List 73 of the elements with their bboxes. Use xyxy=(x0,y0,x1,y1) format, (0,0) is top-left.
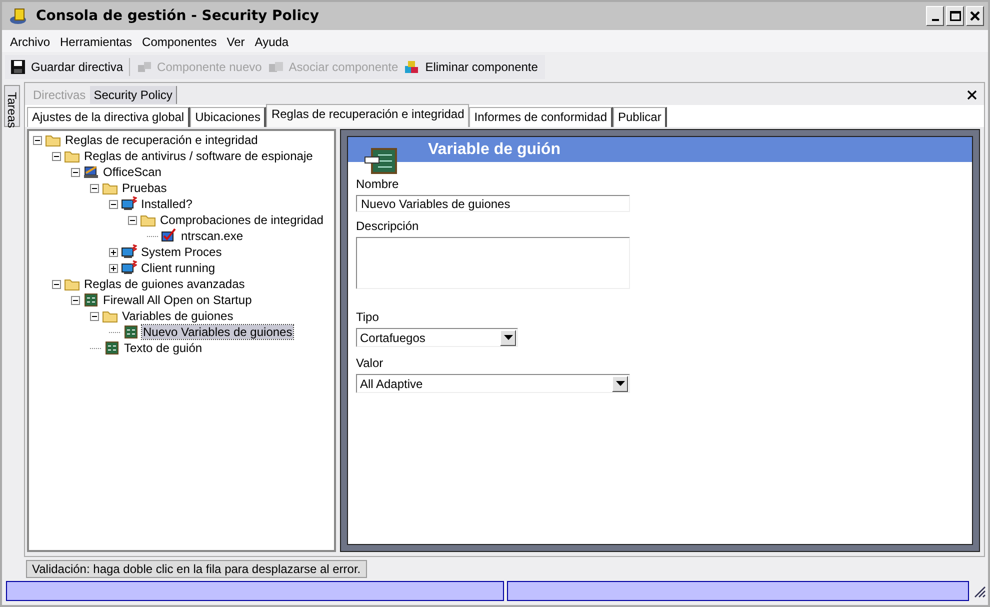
menu-item[interactable]: Archivo xyxy=(10,35,50,49)
tree-item[interactable]: System Proces xyxy=(140,245,223,259)
tree-item[interactable]: Texto de guión xyxy=(123,341,204,355)
document-tab[interactable]: Security Policy xyxy=(90,86,178,104)
tab[interactable]: Reglas de recuperación e integridad xyxy=(266,104,470,127)
menu-item[interactable]: Ver xyxy=(226,35,245,49)
tree-item[interactable]: Reglas de recuperación e integridad xyxy=(64,133,259,147)
computer-icon xyxy=(83,164,99,180)
tree-item[interactable]: Client running xyxy=(140,261,216,275)
tree-item[interactable]: ntrscan.exe xyxy=(180,229,244,243)
toolbar-button[interactable]: Eliminar componente xyxy=(401,59,541,75)
collapse-toggle[interactable] xyxy=(90,184,99,192)
collapse-toggle[interactable] xyxy=(128,216,137,224)
side-tab[interactable]: Tareas xyxy=(4,85,20,127)
tree-item[interactable]: OfficeScan xyxy=(102,165,162,179)
monitor-icon xyxy=(121,260,137,276)
minimize-icon xyxy=(932,19,938,21)
tab[interactable]: Publicar xyxy=(613,107,668,127)
collapse-toggle[interactable] xyxy=(52,152,61,160)
chalkboard-icon xyxy=(123,324,139,340)
tree-item[interactable]: Nuevo Variables de guiones xyxy=(142,325,294,339)
caret-icon xyxy=(616,381,624,386)
tree-item[interactable]: Reglas de guiones avanzadas xyxy=(83,277,246,291)
window-title: Consola de gestión - Security Policy xyxy=(36,8,320,24)
minimize-button[interactable] xyxy=(926,6,944,26)
field-label: Descripción xyxy=(356,219,420,233)
tree-item[interactable]: Reglas de antivirus / software de espionaje xyxy=(83,149,314,163)
close-icon xyxy=(966,89,978,101)
chalkboard-icon xyxy=(364,146,398,176)
tab[interactable]: Informes de conformidad xyxy=(469,107,613,127)
field-label: Nombre xyxy=(356,177,400,191)
field-label: Tipo xyxy=(356,310,380,324)
close-button[interactable] xyxy=(966,6,984,26)
collapse-toggle[interactable] xyxy=(71,168,80,176)
expand-toggle[interactable] xyxy=(109,248,118,256)
menu-item[interactable]: Ayuda xyxy=(254,35,289,49)
field-label: Valor xyxy=(356,356,384,370)
tree-item[interactable]: Installed? xyxy=(140,197,194,211)
blocks-icon xyxy=(268,59,284,75)
app-logo-icon xyxy=(8,6,28,26)
collapse-toggle[interactable] xyxy=(33,136,42,144)
collapse-toggle[interactable] xyxy=(52,280,61,288)
blocks-icon xyxy=(136,59,152,75)
monitor-icon xyxy=(121,244,137,260)
monitor-icon xyxy=(121,196,137,212)
menu-item[interactable]: Herramientas xyxy=(60,35,132,49)
text-area[interactable] xyxy=(356,237,630,289)
dropdown[interactable]: All Adaptive xyxy=(356,374,630,393)
tree-item[interactable]: Firewall All Open on Startup xyxy=(102,293,253,307)
collapse-toggle[interactable] xyxy=(71,296,80,304)
chalkboard-icon xyxy=(83,292,99,308)
menu-item[interactable]: Componentes xyxy=(142,35,217,49)
maximize-button[interactable] xyxy=(946,6,964,26)
toolbar-button[interactable]: Guardar directiva xyxy=(7,59,126,75)
collapse-toggle[interactable] xyxy=(90,312,99,320)
tree-item[interactable]: Comprobaciones de integridad xyxy=(159,213,324,227)
checkmark-monitor-icon xyxy=(161,228,177,244)
close-icon xyxy=(970,11,980,21)
tree-item[interactable]: Variables de guiones xyxy=(121,309,234,323)
maximize-icon xyxy=(950,11,960,21)
tab[interactable]: Ajustes de la directiva global xyxy=(27,107,190,127)
collapse-toggle[interactable] xyxy=(109,200,118,208)
dropdown[interactable]: Cortafuegos xyxy=(356,328,518,347)
chalkboard-icon xyxy=(104,340,120,356)
validation-tab[interactable]: Validación: haga doble clic en la fila para desplazarse al error. xyxy=(26,560,367,578)
expand-toggle[interactable] xyxy=(109,264,118,272)
text-field[interactable]: Nuevo Variables de guiones xyxy=(356,195,630,212)
tab[interactable]: Ubicaciones xyxy=(190,107,266,127)
resize-grip-icon xyxy=(972,584,986,598)
panel-title: Variable de guión xyxy=(428,140,560,160)
tree-item[interactable]: Pruebas xyxy=(121,181,168,195)
colored-blocks-icon xyxy=(404,59,420,75)
caret-icon xyxy=(504,335,512,340)
